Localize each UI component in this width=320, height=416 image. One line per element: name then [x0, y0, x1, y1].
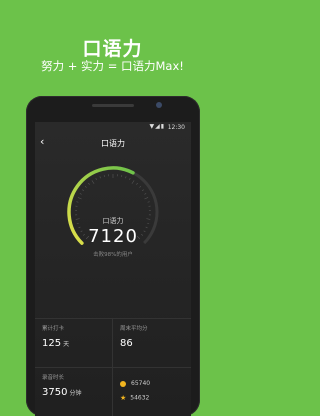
gauge-tick	[78, 197, 82, 199]
stat-days-value: 125天	[42, 338, 69, 349]
gauge-tick	[148, 202, 150, 203]
stat-days-unit: 天	[63, 341, 69, 348]
gauge-tick	[88, 183, 89, 185]
score-label: 口语力	[35, 216, 191, 226]
stat-weekly-avg: 周末平均分 86	[113, 319, 190, 366]
gauge-tick	[96, 178, 97, 180]
star-icon: ★	[120, 394, 126, 402]
phone-frame: ▼◢▮ 12:30 ‹ 口语力 口语力 7120 击败98%的用户	[26, 96, 200, 416]
score-rank-text: 击败98%的用户	[35, 250, 191, 258]
stat-coins: 65740 ★ 54632	[113, 368, 190, 415]
gauge-tick	[82, 190, 84, 191]
stat-weekly-avg-value: 86	[120, 338, 133, 349]
gauge-tick	[139, 186, 140, 187]
coin-icon	[120, 381, 126, 387]
score-value: 7120	[35, 226, 191, 247]
star-value: 54632	[130, 395, 149, 402]
app-screen: ▼◢▮ 12:30 ‹ 口语力 口语力 7120 击败98%的用户	[35, 122, 191, 416]
status-time: 12:30	[168, 124, 185, 131]
promo-title: 口语力	[0, 34, 225, 61]
gauge-tick	[125, 176, 126, 178]
stat-duration-label: 录音时长	[42, 373, 64, 381]
gauge-tick	[100, 176, 101, 178]
status-bar: ▼◢▮ 12:30	[35, 122, 191, 134]
stats-grid: 累计打卡 125天 周末平均分 86 录音时长 3750分钟 65740 ★ 54…	[35, 318, 191, 416]
status-icons: ▼◢▮	[149, 123, 165, 130]
phone-camera	[156, 102, 162, 108]
gauge-tick	[144, 197, 148, 199]
stat-weekly-avg-label: 周末平均分	[120, 324, 148, 332]
stat-duration-value: 3750分钟	[42, 387, 81, 398]
gauge-tick	[144, 193, 146, 194]
stat-days: 累计打卡 125天	[35, 319, 112, 366]
stat-duration-unit: 分钟	[69, 390, 81, 397]
stat-days-label: 累计打卡	[42, 324, 64, 332]
phone-speaker	[92, 104, 134, 107]
gauge-tick	[80, 193, 82, 194]
page-title: 口语力	[35, 138, 191, 149]
nav-bar: ‹ 口语力	[35, 134, 191, 152]
gauge-tick	[76, 202, 78, 203]
gauge-tick	[92, 180, 94, 183]
gold-coin-value: 65740	[131, 380, 150, 387]
score-gauge	[63, 162, 163, 262]
star-row: ★ 54632	[120, 394, 149, 402]
gold-coin-row: 65740	[120, 380, 150, 387]
gauge-tick	[129, 178, 130, 180]
stat-days-number: 125	[42, 338, 61, 349]
promo-subtitle: 努力 + 实力 = 口语力Max!	[0, 58, 225, 74]
stat-duration: 录音时长 3750分钟	[35, 368, 112, 415]
gauge-tick	[132, 180, 134, 183]
gauge-tick	[136, 183, 137, 185]
gauge-tick	[142, 190, 144, 191]
gauge-tick	[85, 186, 86, 187]
stat-duration-number: 3750	[42, 387, 67, 398]
